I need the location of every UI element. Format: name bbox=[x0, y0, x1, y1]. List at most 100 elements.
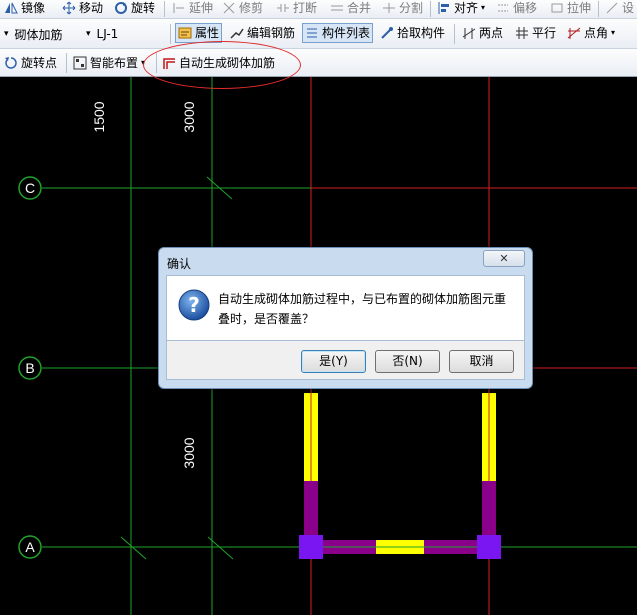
wall-left-purple bbox=[304, 481, 318, 537]
edit-toolbar: 镜像 移动 旋转 延伸 修剪 打断 合并 分割 对齐 ▾ 偏移 拉伸 设 bbox=[0, 0, 637, 19]
dialog-message-line-2: 叠时，是否覆盖？ bbox=[218, 312, 315, 326]
point-angle-icon bbox=[567, 27, 581, 39]
axis-bubble-b: B bbox=[18, 356, 42, 380]
align-icon bbox=[438, 2, 449, 14]
dialog-close-button[interactable]: ✕ bbox=[483, 250, 525, 267]
component-list-button[interactable]: 构件列表 bbox=[302, 23, 374, 43]
component-toolbar: ▾ 砌体加筋 ▾ LJ-1 属性 编辑钢筋 构件列表 拾取构件 两点 平行 点角… bbox=[0, 19, 637, 49]
svg-text:?: ? bbox=[188, 293, 200, 317]
trim-label: 修剪 bbox=[239, 1, 264, 15]
rotate-point-label: 旋转点 bbox=[21, 56, 58, 70]
axis-label-b: B bbox=[25, 360, 34, 376]
break-icon bbox=[277, 4, 289, 12]
break-button[interactable]: 打断 bbox=[276, 0, 317, 18]
mirror-icon bbox=[5, 2, 18, 14]
move-button[interactable]: 移动 bbox=[62, 0, 103, 18]
mirror-label: 镜像 bbox=[21, 1, 46, 15]
dropdown-arrow-icon: ▾ bbox=[4, 29, 9, 39]
edit-rebar-icon bbox=[230, 28, 244, 39]
offset-button[interactable]: 偏移 bbox=[496, 0, 537, 18]
pick-component-button[interactable]: 拾取构件 bbox=[380, 23, 445, 43]
dimension-text-1500: 1500 bbox=[91, 101, 107, 132]
stretch-label: 拉伸 bbox=[567, 1, 592, 15]
set-icon bbox=[606, 2, 618, 14]
pick-component-label: 拾取构件 bbox=[397, 26, 446, 40]
edit-rebar-button[interactable]: 编辑钢筋 bbox=[230, 23, 295, 43]
properties-button[interactable]: 属性 bbox=[175, 23, 223, 43]
pick-icon bbox=[381, 27, 393, 39]
mirror-button[interactable]: 镜像 bbox=[4, 0, 45, 18]
move-label: 移动 bbox=[79, 1, 104, 15]
split-label: 分割 bbox=[399, 1, 424, 15]
parallel-label: 平行 bbox=[532, 26, 557, 40]
move-icon bbox=[62, 1, 76, 15]
rotate-icon bbox=[115, 2, 127, 14]
component-name-value: LJ-1 bbox=[96, 27, 119, 41]
split-button[interactable]: 分割 bbox=[382, 0, 423, 18]
merge-button[interactable]: 合并 bbox=[330, 0, 371, 18]
trim-icon bbox=[223, 2, 235, 14]
axis-bubble-c: C bbox=[18, 176, 42, 200]
yes-button[interactable]: 是(Y) bbox=[301, 350, 366, 373]
dialog-body: ? 自动生成砌体加筋过程中，与已布置的砌体加筋图元重 叠时，是否覆盖？ bbox=[166, 275, 525, 341]
smart-layout-icon bbox=[73, 56, 87, 70]
rotate-point-icon bbox=[5, 57, 17, 69]
column-left bbox=[299, 535, 323, 559]
dimension-tick bbox=[120, 536, 147, 560]
column-right bbox=[477, 535, 501, 559]
component-type-select[interactable]: ▾ 砌体加筋 bbox=[4, 24, 82, 44]
split-icon bbox=[383, 3, 395, 13]
extend-button[interactable]: 延伸 bbox=[172, 0, 213, 18]
dialog-message: 自动生成砌体加筋过程中，与已布置的砌体加筋图元重 叠时，是否覆盖？ bbox=[218, 289, 518, 329]
no-button[interactable]: 否(N) bbox=[375, 350, 440, 373]
stretch-icon bbox=[551, 3, 563, 13]
parallel-button[interactable]: 平行 bbox=[515, 23, 556, 43]
question-icon: ? bbox=[178, 289, 210, 321]
point-angle-label: 点角 bbox=[584, 26, 609, 40]
trim-button[interactable]: 修剪 bbox=[222, 0, 263, 18]
parallel-icon bbox=[516, 27, 528, 39]
cancel-button[interactable]: 取消 bbox=[449, 350, 514, 373]
dialog-footer: 是(Y) 否(N) 取消 bbox=[166, 341, 525, 380]
offset-label: 偏移 bbox=[513, 1, 538, 15]
smart-layout-label: 智能布置 bbox=[90, 56, 139, 70]
two-points-button[interactable]: 两点 bbox=[462, 23, 503, 43]
dialog-title: 确认 bbox=[167, 257, 192, 271]
extend-icon bbox=[173, 3, 184, 13]
axis-bubble-a: A bbox=[18, 535, 42, 559]
dimension-text-3000-top: 3000 bbox=[181, 101, 197, 132]
component-name-select[interactable]: ▾ LJ-1 bbox=[86, 24, 166, 44]
settings-button[interactable]: 设 bbox=[605, 0, 634, 18]
rotate-label: 旋转 bbox=[131, 1, 156, 15]
point-angle-button[interactable]: 点角 ▾ bbox=[567, 23, 615, 43]
rotate-point-button[interactable]: 旋转点 bbox=[4, 53, 57, 73]
component-list-label: 构件列表 bbox=[322, 26, 371, 40]
edit-rebar-label: 编辑钢筋 bbox=[247, 26, 296, 40]
extend-label: 延伸 bbox=[189, 1, 214, 15]
offset-icon bbox=[498, 4, 508, 12]
confirm-dialog: 确认 ✕ ? 自动生成砌体加筋过程中，与已布置的砌体加筋图元重 叠时，是否覆盖？… bbox=[158, 247, 533, 389]
dropdown-arrow-icon: ▾ bbox=[86, 29, 91, 39]
properties-icon bbox=[178, 27, 192, 39]
axis-label-a: A bbox=[25, 539, 35, 555]
align-label: 对齐 bbox=[454, 1, 479, 15]
merge-label: 合并 bbox=[347, 1, 372, 15]
dialog-message-line-1: 自动生成砌体加筋过程中，与已布置的砌体加筋图元重 bbox=[218, 292, 507, 306]
wall-right-purple bbox=[482, 481, 496, 537]
two-points-icon bbox=[462, 28, 476, 39]
smart-layout-button[interactable]: 智能布置 ▾ bbox=[73, 53, 145, 73]
align-button[interactable]: 对齐 ▾ bbox=[437, 0, 485, 18]
properties-label: 属性 bbox=[195, 26, 220, 40]
merge-icon bbox=[331, 5, 343, 11]
component-type-value: 砌体加筋 bbox=[14, 27, 63, 42]
axis-label-c: C bbox=[25, 180, 35, 196]
stretch-button[interactable]: 拉伸 bbox=[550, 0, 591, 18]
dimension-text-3000-bottom: 3000 bbox=[181, 437, 197, 468]
break-label: 打断 bbox=[293, 1, 318, 15]
settings-label: 设 bbox=[622, 1, 635, 15]
two-points-label: 两点 bbox=[479, 26, 504, 40]
layout-toolbar: 旋转点 智能布置 ▾ 自动生成砌体加筋 bbox=[0, 49, 637, 77]
close-icon: ✕ bbox=[499, 252, 509, 265]
list-icon bbox=[307, 28, 317, 38]
rotate-button[interactable]: 旋转 bbox=[114, 0, 155, 18]
